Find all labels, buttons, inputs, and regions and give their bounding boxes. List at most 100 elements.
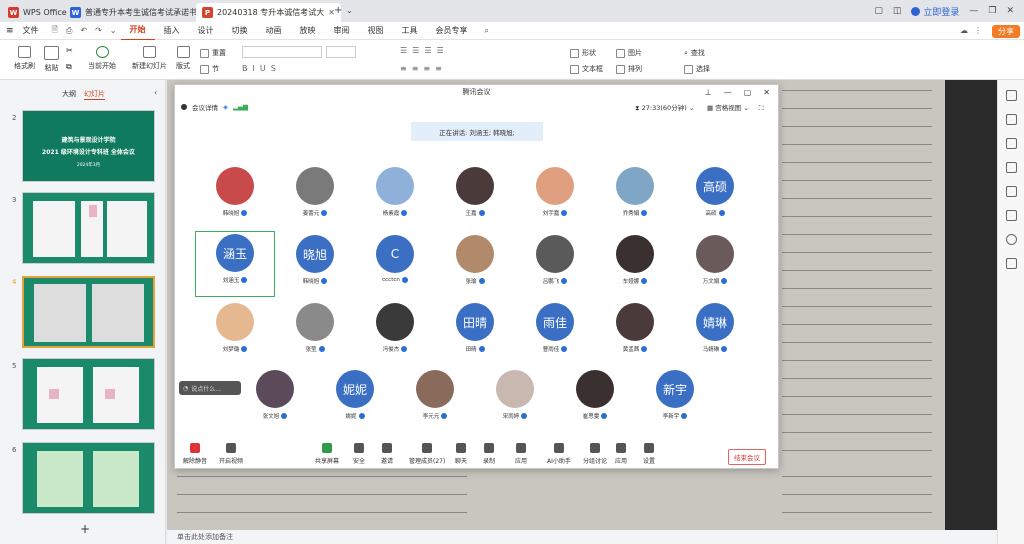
slide-thumbnail-5[interactable] bbox=[22, 358, 155, 430]
maximize-icon[interactable]: ▢ bbox=[744, 88, 752, 97]
toolbar-button-apps[interactable]: 应用 bbox=[515, 443, 527, 465]
participant-tile[interactable]: 刘宇嘉 bbox=[525, 167, 585, 227]
tablet-icon[interactable]: ▢ bbox=[874, 6, 883, 16]
toolbar-button-shield[interactable]: 安全 bbox=[353, 443, 365, 465]
tab-outline[interactable]: 大纲 bbox=[62, 89, 76, 99]
tab-slides[interactable]: 幻灯片 bbox=[84, 89, 105, 100]
copy-icon[interactable]: ⧉ bbox=[66, 62, 72, 72]
fullscreen-icon[interactable]: ⛶ bbox=[759, 104, 764, 112]
undo-icon[interactable]: ↶ bbox=[76, 26, 91, 35]
participant-tile[interactable]: 婧琳 马婧琳 bbox=[685, 303, 745, 363]
participant-tile[interactable]: 韩晓旭 bbox=[205, 167, 265, 227]
participant-tile[interactable]: 车娅娜 bbox=[605, 235, 665, 295]
participant-tile[interactable]: 宋雨婷 bbox=[485, 370, 545, 430]
toolbar-button-share-screen[interactable]: 共享屏幕 bbox=[315, 443, 339, 465]
participant-tile[interactable]: 张莹 bbox=[285, 303, 345, 363]
participant-tile[interactable]: 张瑜 bbox=[445, 235, 505, 295]
toolbar-button-record[interactable]: 录制 bbox=[483, 443, 495, 465]
participant-tile[interactable]: 刘梦璐 bbox=[205, 303, 265, 363]
animation-icon[interactable] bbox=[1006, 114, 1017, 125]
maximize-icon[interactable]: ❐ bbox=[988, 6, 996, 16]
participant-tile[interactable]: 新宇 李新宇 bbox=[645, 370, 705, 430]
hamburger-menu-icon[interactable]: ≡ bbox=[6, 26, 14, 36]
menu-review[interactable]: 审阅 bbox=[325, 22, 359, 40]
pin-icon[interactable]: ⊥ bbox=[705, 88, 712, 97]
layout-button[interactable]: 版式 bbox=[176, 46, 190, 71]
menu-start[interactable]: 开始 bbox=[120, 21, 155, 41]
toolbar-button-settings[interactable]: 设置 bbox=[643, 443, 655, 465]
menu-slideshow[interactable]: 放映 bbox=[291, 22, 325, 40]
end-meeting-button[interactable]: 结束会议 bbox=[728, 449, 766, 465]
add-slide-button[interactable]: + bbox=[80, 522, 90, 536]
slide-thumbnail-6[interactable] bbox=[22, 442, 155, 514]
format-painter-button[interactable]: 格式刷 bbox=[14, 46, 35, 71]
cut-icon[interactable]: ✂ bbox=[66, 46, 73, 55]
participant-tile[interactable]: 妮妮 姚妮 bbox=[325, 370, 385, 430]
toolbar-button-invite[interactable]: 邀请 bbox=[381, 443, 393, 465]
share-button[interactable]: 分享 bbox=[992, 25, 1020, 38]
shape-button[interactable]: 形状 bbox=[570, 48, 596, 58]
paragraph-group[interactable]: ☰☰☰☰ bbox=[400, 46, 449, 55]
paste-button[interactable]: 粘贴 bbox=[44, 46, 59, 73]
participant-tile[interactable]: 张文旭 bbox=[245, 370, 305, 430]
minimize-icon[interactable]: — bbox=[969, 6, 978, 16]
property-icon[interactable] bbox=[1006, 90, 1017, 101]
slide-thumbnail-2[interactable]: 建筑与景观设计学院 2021 级环境设计专科班 全体会议 2024年3月 bbox=[22, 110, 155, 182]
tab-wps-home[interactable]: W WPS Office bbox=[2, 3, 73, 22]
new-tab-button[interactable]: + bbox=[334, 5, 342, 16]
reset-button[interactable]: 重置 bbox=[200, 48, 226, 58]
select-button[interactable]: 选择 bbox=[684, 64, 710, 74]
minimize-icon[interactable]: — bbox=[724, 88, 732, 97]
close-window-icon[interactable]: ✕ bbox=[1006, 6, 1014, 16]
participant-tile[interactable]: 李元元 bbox=[405, 370, 465, 430]
menu-view[interactable]: 视图 bbox=[359, 22, 393, 40]
print-icon[interactable]: ⎙ bbox=[62, 26, 76, 36]
participant-tile[interactable]: 雨佳 曹雨佳 bbox=[525, 303, 585, 363]
close-icon[interactable]: ✕ bbox=[763, 88, 770, 97]
toolbar-button-apps-grid[interactable]: 应用 bbox=[615, 443, 627, 465]
participant-tile[interactable]: 杨素霞 bbox=[365, 167, 425, 227]
toolbar-button-video[interactable]: 开启视频 bbox=[219, 443, 243, 465]
share-icon[interactable] bbox=[1006, 258, 1017, 269]
layout-icon[interactable]: ◫ bbox=[893, 6, 902, 16]
participant-tile[interactable]: 黄孟茜 bbox=[605, 303, 665, 363]
search-icon[interactable]: ⌕ bbox=[477, 26, 497, 36]
comment-icon[interactable] bbox=[1006, 186, 1017, 197]
slide-thumbnail-4[interactable] bbox=[22, 276, 155, 348]
participant-tile[interactable]: 乔秀娟 bbox=[605, 167, 665, 227]
toolbar-button-members[interactable]: 管理成员(27) bbox=[409, 443, 445, 465]
login-button[interactable]: 立即登录 bbox=[911, 5, 959, 18]
participant-tile[interactable]: 高硕 高硕 bbox=[685, 167, 745, 227]
menu-animation[interactable]: 动画 bbox=[257, 22, 291, 40]
backup-icon[interactable] bbox=[1006, 210, 1017, 221]
participant-tile[interactable]: Cccctcn bbox=[365, 235, 425, 295]
participant-tile[interactable]: 崔思雯 bbox=[565, 370, 625, 430]
textbox-button[interactable]: 文本框 bbox=[570, 64, 603, 74]
font-family-select[interactable] bbox=[242, 46, 322, 58]
add-notes-placeholder[interactable]: 单击此处添加备注 bbox=[177, 533, 233, 541]
chevron-down-icon[interactable]: ⌄ bbox=[346, 6, 353, 15]
participant-tile[interactable]: 吕鹏飞 bbox=[525, 235, 585, 295]
participant-tile[interactable]: 冯俊杰 bbox=[365, 303, 425, 363]
participant-tile[interactable]: 田晴 田晴 bbox=[445, 303, 505, 363]
collapse-icon[interactable]: ‹ bbox=[154, 88, 157, 97]
find-button[interactable]: ⌕ 查找 bbox=[684, 48, 705, 58]
picture-button[interactable]: 图片 bbox=[616, 48, 642, 58]
help-icon[interactable] bbox=[1006, 234, 1017, 245]
tab-ppt-document[interactable]: P 20240318 专升本诚信考试大 ✕ bbox=[196, 3, 341, 22]
slide-thumbnail-3[interactable] bbox=[22, 192, 155, 264]
current-start-button[interactable]: 当前开始 bbox=[88, 46, 116, 71]
menu-design[interactable]: 设计 bbox=[189, 22, 223, 40]
meeting-timer[interactable]: ⧗ 27:33(60分钟) ⌄ bbox=[635, 102, 694, 113]
participant-tile[interactable]: 王嘉 bbox=[445, 167, 505, 227]
more-icon[interactable]: ⋮ bbox=[974, 26, 982, 35]
menu-tools[interactable]: 工具 bbox=[393, 22, 427, 40]
toolbar-button-mic[interactable]: 解除静音 bbox=[183, 443, 207, 465]
menu-transition[interactable]: 切换 bbox=[223, 22, 257, 40]
redo-icon[interactable]: ↷ bbox=[91, 26, 106, 35]
transition-icon[interactable] bbox=[1006, 162, 1017, 173]
menu-member[interactable]: 会员专享 bbox=[427, 22, 477, 40]
participant-tile[interactable]: 万文娟 bbox=[685, 235, 745, 295]
chevron-down-icon[interactable]: ⌄ bbox=[106, 26, 121, 35]
save-icon[interactable]: 🗎 bbox=[48, 24, 62, 38]
